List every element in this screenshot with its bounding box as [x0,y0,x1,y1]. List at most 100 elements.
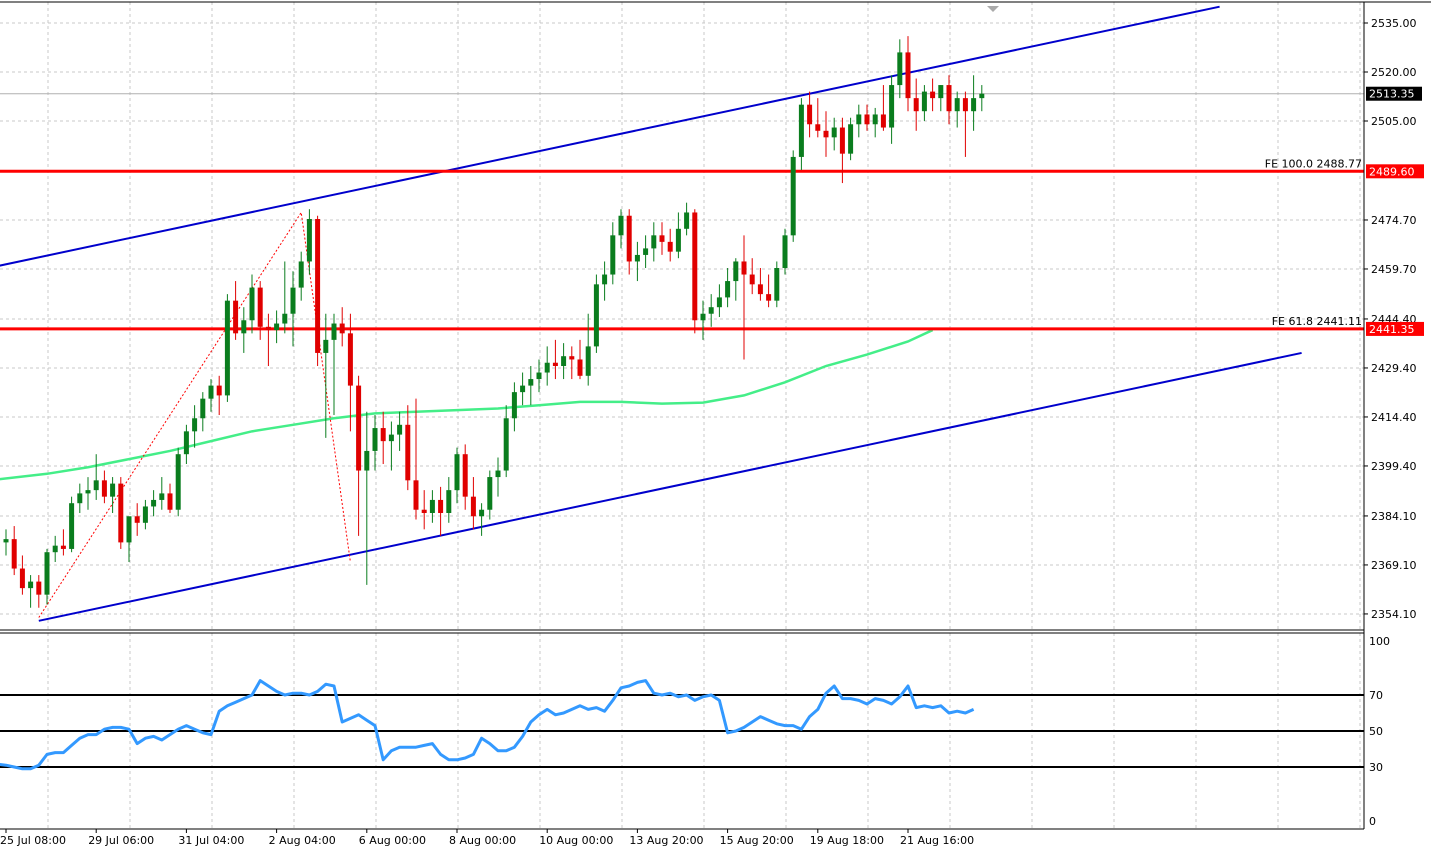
candle-body [331,323,337,340]
y-tick-label: 2354.10 [1371,608,1417,621]
level-name: FE 61.8 2441.11 [1272,315,1362,328]
candle-body [585,346,591,376]
y-tick-label: 2520.00 [1371,66,1417,79]
candle-body [618,215,624,236]
candle-body [766,294,772,301]
candle-body [11,539,17,569]
y-tick-label: 2384.10 [1371,510,1417,523]
candle-body [569,356,575,360]
candle-body [561,356,567,366]
candle-body [856,114,862,125]
candle-body [643,248,649,255]
candle-body [85,490,91,494]
chart-canvas[interactable]: FE 100.0 2488.77 FE 61.8 2441.11 2535.00 2… [0,0,1431,854]
candle-body [462,454,468,497]
x-tick-label: 21 Aug 16:00 [900,834,974,847]
candle-body [257,287,263,327]
x-tick-label: 13 Aug 20:00 [629,834,703,847]
candle-body [889,85,895,128]
candle-body [421,509,427,513]
candle-body [200,398,206,419]
candle-body [520,385,526,393]
candle-body [290,287,296,314]
candle-body [175,454,181,510]
candle-body [19,568,25,589]
candle-body [183,431,189,455]
osc-y-tick-label: 70 [1369,689,1383,702]
candle-body [864,114,870,125]
candle-body [495,470,501,478]
y-tick-label: 2535.00 [1371,17,1417,30]
candle-body [454,454,460,491]
candle-body [93,480,99,491]
candle-body [725,281,731,298]
candle-body [971,98,977,112]
candle-body [716,297,722,308]
candle-body [216,385,222,396]
candle-body [356,385,362,471]
candle-body [224,300,230,396]
candle-body [692,212,698,321]
candle-body [110,483,116,497]
level-price-label: 2489.60 [1369,165,1415,178]
candle-body [470,496,476,517]
candle-body [872,114,878,125]
candle-body [503,418,509,471]
candle-body [44,552,50,595]
candle-body [839,127,845,154]
candle-body [528,379,534,386]
candle-body [233,300,239,334]
candle-body [249,287,255,321]
candle-body [413,480,419,510]
candle-body [905,52,911,99]
candle-body [659,235,665,242]
candle-body [511,392,517,419]
candle-body [544,362,550,373]
candle-body [159,493,165,500]
candle-body [782,235,788,268]
y-tick-label: 2474.70 [1371,214,1417,227]
candle-body [151,499,157,507]
candle-body [552,362,558,366]
x-tick-label: 8 Aug 00:00 [449,834,516,847]
candle-body [69,503,75,549]
candle-body [397,424,403,435]
candle-body [651,235,657,249]
candle-body [962,98,968,112]
candle-body [798,104,804,157]
candle-body [708,307,714,314]
osc-y-tick-label: 0 [1369,815,1376,828]
candle-body [741,261,747,275]
candle-body [126,516,132,543]
level-name: FE 100.0 2488.77 [1265,157,1362,170]
candle-body [315,219,321,353]
candle-body [36,581,42,595]
candle-body [487,477,493,510]
x-tick-label: 15 Aug 20:00 [720,834,794,847]
candle-body [946,85,952,112]
candle-body [77,493,83,504]
chart-window[interactable]: FE 100.0 2488.77 FE 61.8 2441.11 2535.00 2… [0,0,1431,854]
candle-body [28,581,34,589]
candle-body [339,323,345,334]
candle-body [626,215,632,262]
candle-body [823,130,829,138]
candle-body [675,228,681,252]
candle-body [577,359,583,376]
x-tick-label: 10 Aug 00:00 [539,834,613,847]
x-tick-label: 6 Aug 00:00 [359,834,426,847]
candle-body [438,499,444,513]
candle-body [536,372,542,380]
y-tick-label: 2414.40 [1371,411,1417,424]
candle-body [101,480,107,497]
candle-body [667,241,673,252]
candle-body [733,261,739,282]
candle-body [897,52,903,86]
candle-body [265,326,271,331]
candle-body [790,156,796,236]
candle-body [880,114,886,128]
y-tick-label: 2399.40 [1371,460,1417,473]
candle-body [364,450,370,471]
candle-body [815,124,821,131]
y-tick-label: 2459.70 [1371,263,1417,276]
